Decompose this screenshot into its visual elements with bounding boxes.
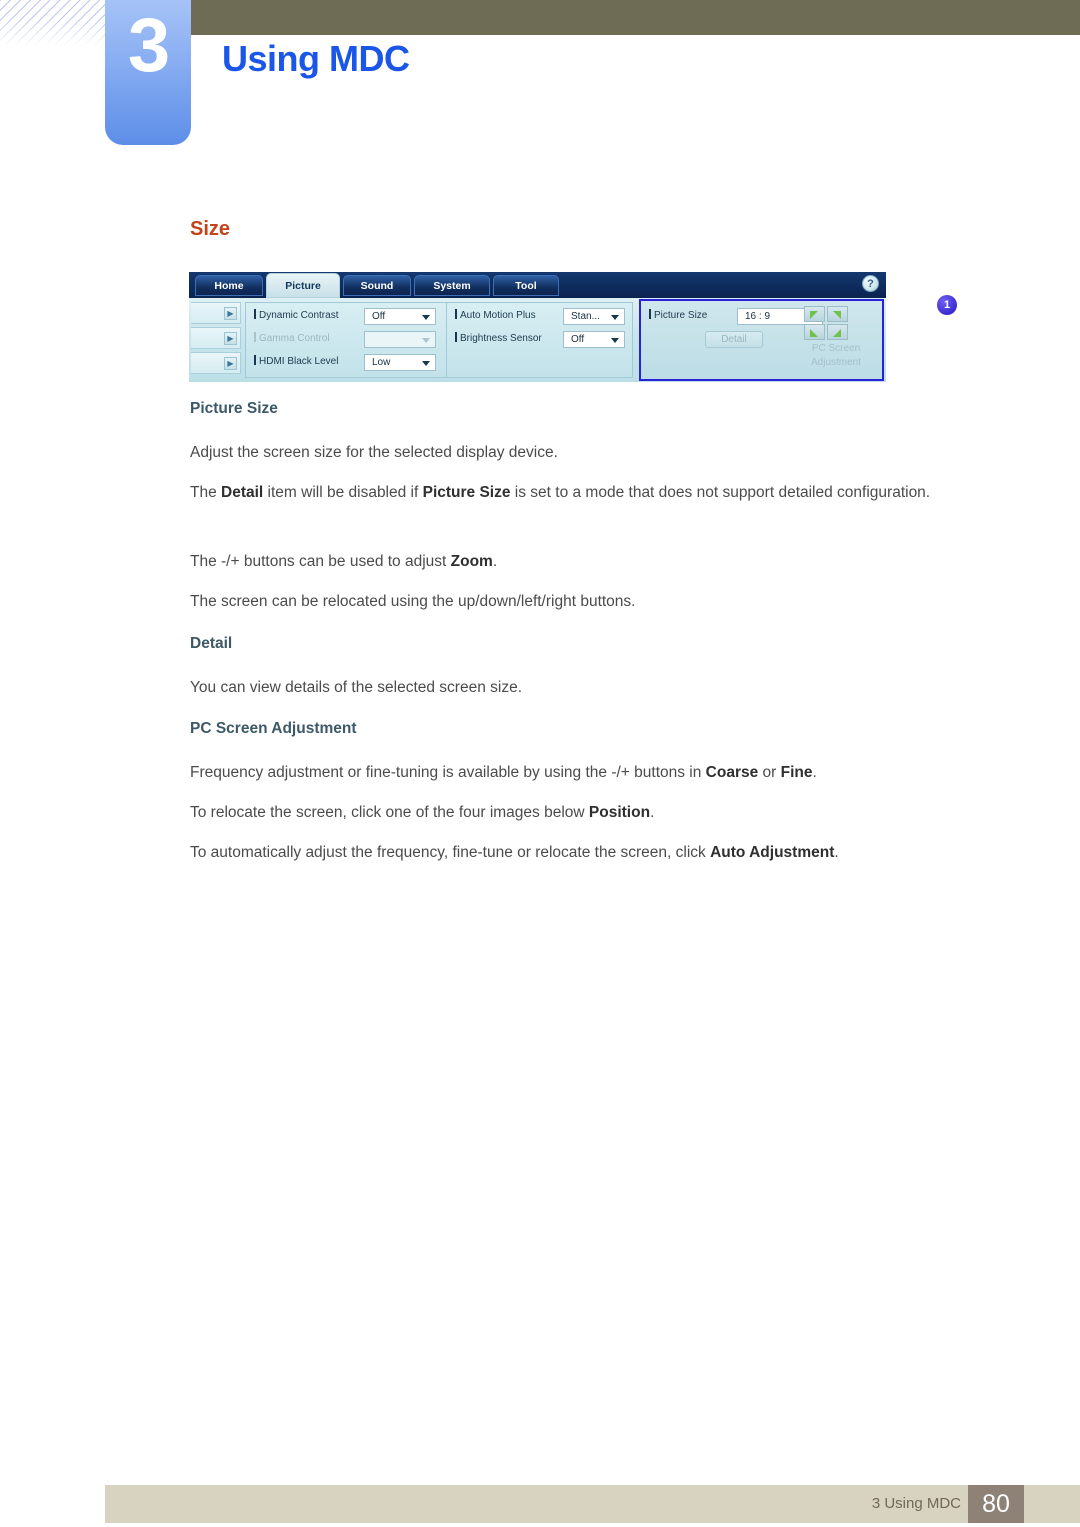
text-fragment: To automatically adjust the frequency, f… [190, 844, 711, 861]
mdc-left-stub-column: ▶ ▶ ▶ [191, 302, 241, 378]
paragraph-adjust-screen-size: Adjust the screen size for the selected … [190, 444, 558, 461]
dropdown-gamma-control [364, 331, 436, 348]
field-hdmi-black-level: HDMI Black Level [254, 355, 338, 373]
mdc-tab-bar: Home Picture Sound System Tool ? [189, 272, 886, 298]
tab-tool[interactable]: Tool [493, 275, 559, 296]
tab-home[interactable]: Home [195, 275, 263, 296]
page-header: 3 Using MDC [0, 0, 1080, 160]
text-fragment: . [650, 804, 655, 821]
text-fragment: . [812, 764, 817, 781]
chevron-right-icon[interactable]: ▶ [224, 332, 237, 345]
paragraph-zoom-buttons: The -/+ buttons can be used to adjust Zo… [190, 547, 950, 577]
chevron-down-icon [611, 315, 619, 320]
stub-row: ▶ [191, 302, 241, 324]
field-label: Auto Motion Plus [460, 310, 536, 321]
field-label: Picture Size [654, 310, 708, 321]
tab-picture[interactable]: Picture [266, 273, 340, 298]
corner-arrow-bottom-right [827, 324, 848, 340]
mdc-panel-size-highlighted: 1 Picture Size 16 : 9 Detail PC Screen A… [639, 295, 957, 381]
subheading-detail: Detail [190, 635, 233, 652]
detail-button: Detail [705, 331, 763, 348]
emphasis-coarse: Coarse [705, 764, 759, 781]
chevron-down-icon [422, 361, 430, 366]
page-title: Using MDC [222, 38, 410, 79]
subheading-pc-screen-adjustment: PC Screen Adjustment [190, 720, 357, 737]
stub-row: ▶ [191, 327, 241, 349]
dropdown-value: Off [571, 334, 585, 345]
subheading-picture-size: Picture Size [190, 400, 278, 417]
paragraph-detail-view: You can view details of the selected scr… [190, 679, 523, 696]
page-number: 80 [968, 1485, 1024, 1523]
field-label: Dynamic Contrast [259, 310, 339, 321]
emphasis-position: Position [588, 804, 651, 821]
mdc-software-screenshot-figure: Home Picture Sound System Tool ? ▶ ▶ ▶ D… [189, 272, 957, 382]
page-footer: 3 Using MDC 80 [105, 1485, 1080, 1523]
dropdown-hdmi-black-level[interactable]: Low [364, 354, 436, 371]
text-fragment: is set to a mode that does not support d… [510, 484, 931, 501]
field-picture-size: Picture Size [649, 309, 707, 327]
pc-screen-label-line2: Adjustment [810, 357, 862, 368]
dropdown-value: 16 : 9 [745, 311, 771, 322]
text-fragment: The [190, 484, 222, 501]
dropdown-auto-motion-plus[interactable]: Stan... [563, 308, 625, 325]
dropdown-value: Off [372, 311, 386, 322]
dropdown-value: Low [372, 357, 391, 368]
text-fragment: Frequency adjustment or fine-tuning is a… [190, 764, 706, 781]
text-fragment: item will be disabled if [263, 484, 423, 501]
dropdown-value: Stan... [571, 311, 600, 322]
dropdown-dynamic-contrast[interactable]: Off [364, 308, 436, 325]
field-gamma-control: Gamma Control [254, 332, 330, 350]
callout-badge-1: 1 [937, 295, 957, 315]
corner-arrow-top-right [827, 306, 848, 322]
field-brightness-sensor: Brightness Sensor [455, 332, 542, 350]
paragraph-detail-disabled: The Detail item will be disabled if Pict… [190, 478, 950, 508]
mdc-panel-picture-left: Dynamic Contrast Off Gamma Control HDMI … [245, 302, 447, 378]
section-heading: Size [190, 218, 231, 240]
four-corner-arrows-icon[interactable] [804, 306, 848, 340]
text-fragment: To relocate the screen, click one of the… [190, 804, 589, 821]
tab-sound[interactable]: Sound [343, 275, 411, 296]
field-dynamic-contrast: Dynamic Contrast [254, 309, 338, 327]
text-fragment: The -/+ buttons can be used to adjust [190, 553, 451, 570]
chevron-right-icon[interactable]: ▶ [224, 307, 237, 320]
emphasis-zoom: Zoom [450, 553, 493, 570]
tab-system[interactable]: System [414, 275, 490, 296]
field-auto-motion-plus: Auto Motion Plus [455, 309, 536, 327]
corner-arrow-bottom-left [804, 324, 825, 340]
footer-chapter-label: 3 Using MDC [871, 1495, 961, 1512]
chevron-down-icon [422, 338, 430, 343]
dropdown-brightness-sensor[interactable]: Off [563, 331, 625, 348]
paragraph-frequency-adjustment: Frequency adjustment or fine-tuning is a… [190, 758, 950, 788]
header-olive-bar [190, 0, 1080, 35]
hatch-pattern-decoration [0, 0, 106, 46]
field-label: Brightness Sensor [460, 333, 542, 344]
help-icon[interactable]: ? [862, 275, 879, 292]
stub-row: ▶ [191, 352, 241, 374]
text-fragment: . [834, 844, 839, 861]
mdc-panel-picture-middle: Auto Motion Plus Stan... Brightness Sens… [447, 302, 633, 378]
chevron-down-icon [422, 315, 430, 320]
emphasis-fine: Fine [780, 764, 813, 781]
pc-screen-label-line1: PC Screen [811, 343, 861, 354]
chevron-down-icon [611, 338, 619, 343]
text-fragment: . [492, 553, 498, 570]
chevron-right-icon[interactable]: ▶ [224, 357, 237, 370]
chapter-badge: 3 [105, 0, 191, 145]
mdc-content-area: ▶ ▶ ▶ Dynamic Contrast Off Gamma Control… [189, 295, 957, 382]
chapter-number: 3 [127, 3, 170, 88]
corner-arrow-top-left [804, 306, 825, 322]
paragraph-relocate-buttons: The screen can be relocated using the up… [190, 593, 636, 610]
emphasis-picture-size: Picture Size [422, 484, 511, 501]
field-label: Gamma Control [259, 333, 330, 344]
field-label: HDMI Black Level [259, 356, 339, 367]
emphasis-auto-adjustment: Auto Adjustment [710, 844, 835, 861]
emphasis-detail: Detail [221, 484, 264, 501]
text-fragment: or [758, 764, 781, 781]
paragraph-auto-adjustment: To automatically adjust the frequency, f… [190, 838, 950, 868]
paragraph-relocate-position: To relocate the screen, click one of the… [190, 798, 950, 828]
